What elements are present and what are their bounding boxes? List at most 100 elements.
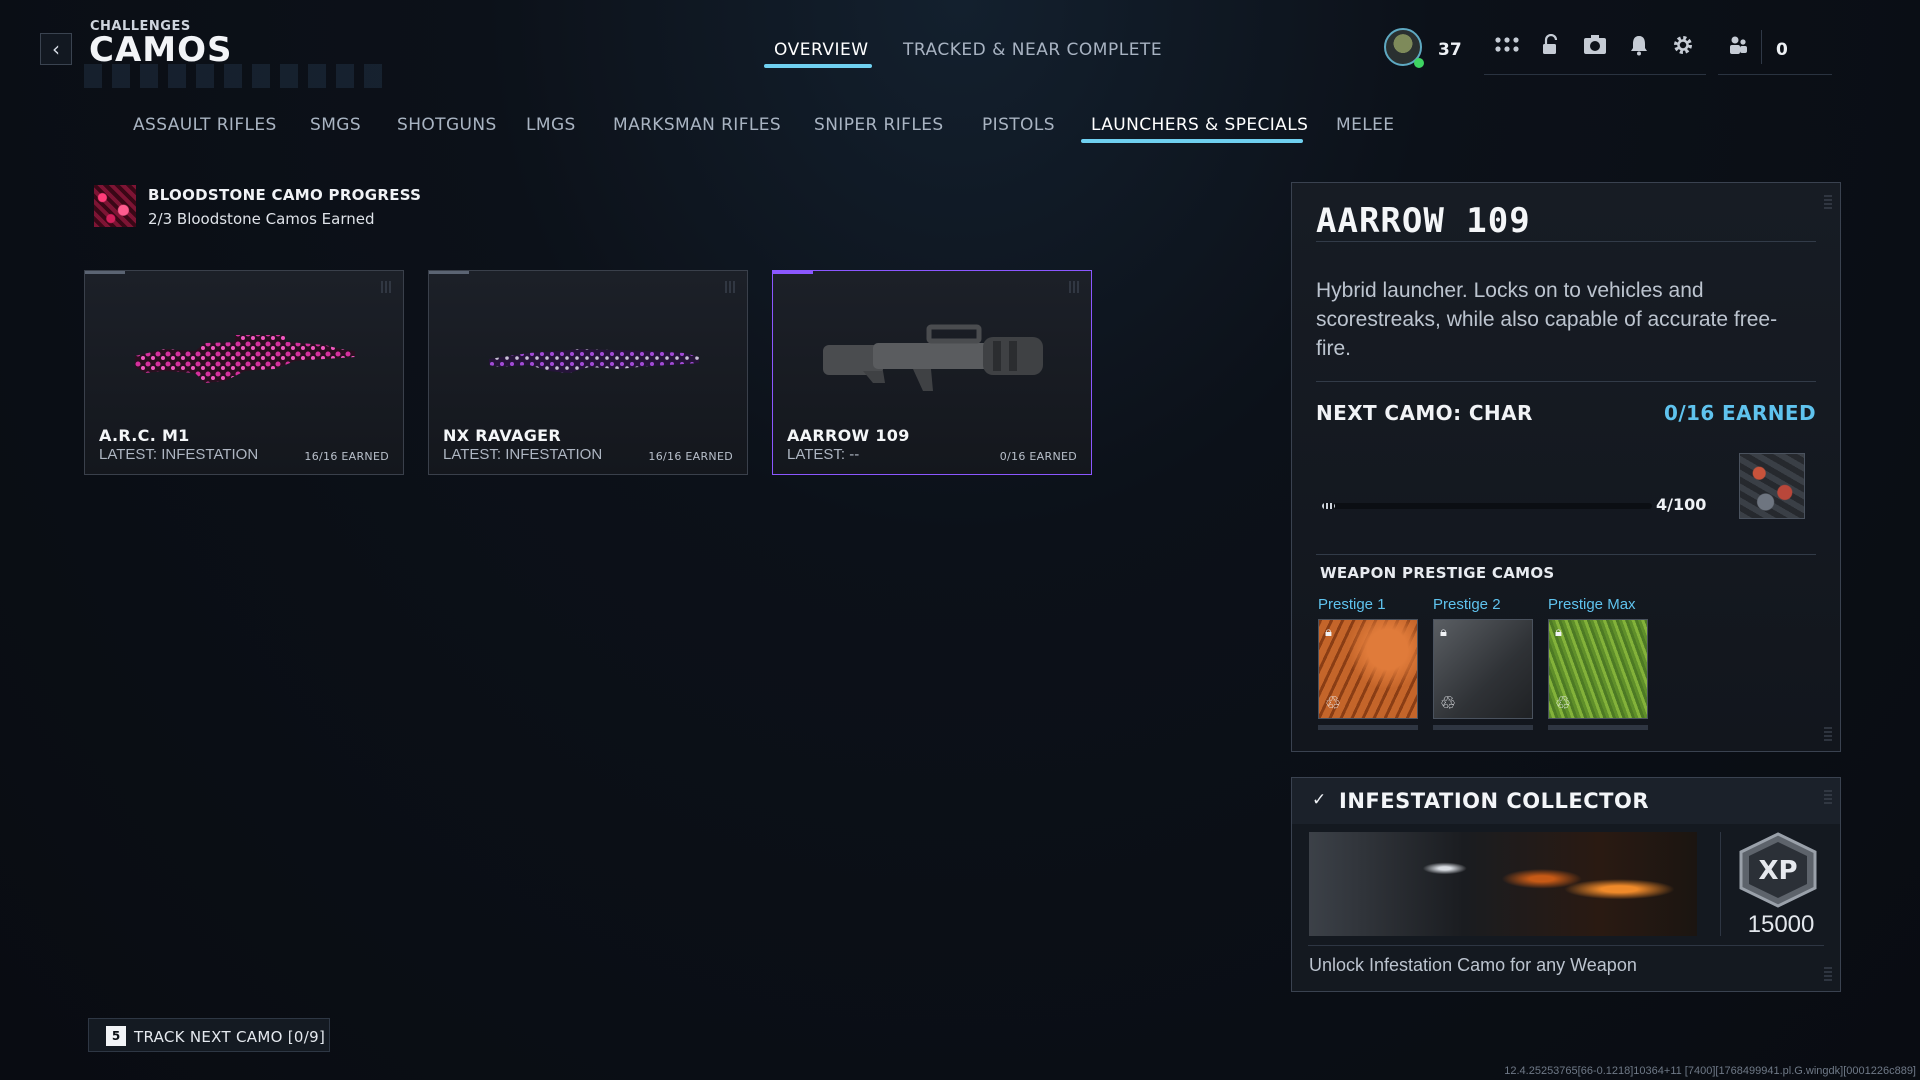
prestige-camo-label: Prestige 2 — [1433, 596, 1501, 613]
tab-active-underline — [764, 64, 872, 68]
panel-grip-bottom — [1824, 727, 1832, 741]
prestige-camo-swatch: 🔒︎ ♲ — [1433, 619, 1533, 719]
prestige-camo-progress — [1433, 725, 1533, 730]
prestige-cycle-icon: ♲ — [1555, 693, 1572, 714]
tab-launchers-specials[interactable]: LAUNCHERS & SPECIALS — [1091, 115, 1308, 135]
prestige-camo-max[interactable]: Prestige Max 🔒︎ ♲ — [1548, 596, 1648, 730]
prestige-camo-label: Prestige 1 — [1318, 596, 1386, 613]
bell-icon[interactable] — [1625, 34, 1653, 62]
bloodstone-progress-title: BLOODSTONE CAMO PROGRESS — [148, 186, 422, 204]
weapon-latest-camo: LATEST: INFESTATION — [443, 446, 603, 463]
camera-icon[interactable] — [1581, 34, 1609, 62]
char-camo-swatch[interactable] — [1739, 453, 1805, 519]
detail-divider — [1316, 381, 1816, 382]
card-progress-bar — [429, 271, 469, 274]
panel-grip-bottom — [1824, 967, 1832, 981]
collector-line — [1308, 945, 1824, 946]
detail-weapon-title: AARROW 109 — [1316, 201, 1531, 241]
unlock-icon[interactable] — [1537, 33, 1565, 62]
currency-count: 0 — [1776, 40, 1788, 60]
tab-melee[interactable]: MELEE — [1336, 115, 1394, 135]
tab-marksman-rifles[interactable]: MARKSMAN RIFLES — [613, 115, 781, 135]
weapon-name: A.R.C. M1 — [99, 426, 190, 445]
header-icons-divider — [1484, 74, 1706, 75]
lock-icon: 🔒︎ — [1325, 625, 1332, 640]
prestige-camo-swatch: 🔒︎ ♲ — [1548, 619, 1648, 719]
prestige-camo-progress — [1318, 725, 1418, 730]
arc-m1-weapon-image — [135, 335, 355, 383]
apps-icon[interactable] — [1493, 34, 1521, 62]
infestation-collector-panel[interactable]: ✓ INFESTATION COLLECTOR XP 15000 Unlock … — [1291, 777, 1841, 992]
tab-overview[interactable]: OVERVIEW — [774, 40, 869, 60]
prestige-camo-label: Prestige Max — [1548, 596, 1636, 613]
panel-grip-top — [1824, 195, 1832, 209]
chevron-left-icon: ‹ — [52, 37, 60, 61]
weapon-earned-count: 16/16 EARNED — [648, 450, 733, 463]
camo-progress-fill — [1322, 503, 1336, 509]
online-status-dot — [1414, 58, 1424, 68]
prestige-cycle-icon: ♲ — [1325, 693, 1342, 714]
title-decoration — [84, 64, 384, 88]
weapon-earned-count: 0/16 EARNED — [999, 450, 1077, 463]
tab-lmgs[interactable]: LMGS — [526, 115, 576, 135]
tab-assault-rifles[interactable]: ASSAULT RIFLES — [133, 115, 277, 135]
collector-title: INFESTATION COLLECTOR — [1339, 789, 1650, 813]
currency-divider — [1761, 30, 1762, 64]
aarow-109-weapon-image — [823, 324, 1043, 391]
prestige-camo-2[interactable]: Prestige 2 🔒︎ ♲ — [1433, 596, 1533, 730]
weapon-earned-count: 16/16 EARNED — [304, 450, 389, 463]
next-camo-label: NEXT CAMO: CHAR — [1316, 401, 1533, 425]
prestige-camos-heading: WEAPON PRESTIGE CAMOS — [1320, 564, 1555, 582]
camo-progress-track — [1322, 503, 1652, 509]
tab-pistols[interactable]: PISTOLS — [982, 115, 1055, 135]
weapon-latest-camo: LATEST: -- — [787, 446, 860, 463]
currency-underline — [1718, 74, 1832, 75]
nx-ravager-weapon-image — [489, 349, 699, 373]
next-camo-earned: 0/16 EARNED — [1664, 401, 1816, 425]
category-active-underline — [1081, 139, 1303, 143]
player-level: 37 — [1438, 40, 1462, 60]
weapon-detail-panel: AARROW 109 Hybrid launcher. Locks on to … — [1291, 182, 1841, 752]
prestige-camo-swatch: 🔒︎ ♲ — [1318, 619, 1418, 719]
tab-sniper-rifles[interactable]: SNIPER RIFLES — [814, 115, 944, 135]
lock-icon: 🔒︎ — [1555, 625, 1562, 640]
panel-grip-top — [1824, 790, 1832, 804]
checkmark-icon: ✓ — [1312, 790, 1327, 810]
card-progress-bar — [773, 271, 813, 274]
prestige-camo-progress — [1548, 725, 1648, 730]
xp-reward-value: 15000 — [1747, 911, 1815, 938]
weapon-card-aarow-109[interactable]: AARROW 109 LATEST: -- 0/16 EARNED — [772, 270, 1092, 475]
camo-progress-text: 4/100 — [1656, 495, 1707, 514]
card-corner-mark — [381, 281, 393, 293]
back-button[interactable]: ‹ — [40, 33, 72, 65]
weapon-latest-camo: LATEST: INFESTATION — [99, 446, 259, 463]
detail-description: Hybrid launcher. Locks on to vehicles an… — [1316, 279, 1778, 360]
gear-icon[interactable] — [1669, 34, 1697, 62]
build-info: 12.4.25253765[66-0.1218]10364+11 [7400][… — [1504, 1065, 1916, 1077]
collector-description: Unlock Infestation Camo for any Weapon — [1309, 955, 1637, 975]
friends-icon[interactable] — [1724, 34, 1752, 62]
track-next-camo-button[interactable]: 5 TRACK NEXT CAMO [0/9] — [88, 1018, 330, 1052]
card-corner-mark — [1069, 281, 1081, 293]
lock-icon: 🔒︎ — [1440, 625, 1447, 640]
xp-badge-icon: XP — [1739, 832, 1817, 908]
xp-badge-text: XP — [1758, 856, 1797, 886]
tab-tracked-near-complete[interactable]: TRACKED & NEAR COMPLETE — [903, 40, 1162, 60]
prestige-cycle-icon: ♲ — [1440, 693, 1457, 714]
weapon-card-nx-ravager[interactable]: NX RAVAGER LATEST: INFESTATION 16/16 EAR… — [428, 270, 748, 475]
detail-divider — [1316, 554, 1816, 555]
weapon-name: NX RAVAGER — [443, 426, 561, 445]
bloodstone-progress-subtitle: 2/3 Bloodstone Camos Earned — [148, 210, 375, 228]
infestation-camo-image — [1309, 832, 1697, 936]
weapon-name: AARROW 109 — [787, 426, 910, 445]
keybind-badge: 5 — [106, 1026, 126, 1046]
card-corner-mark — [725, 281, 737, 293]
tab-shotguns[interactable]: SHOTGUNS — [397, 115, 497, 135]
tab-smgs[interactable]: SMGS — [310, 115, 361, 135]
bloodstone-camo-icon — [94, 185, 136, 227]
detail-divider — [1316, 241, 1816, 242]
track-next-camo-label: TRACK NEXT CAMO [0/9] — [134, 1028, 326, 1046]
weapon-card-arc-m1[interactable]: A.R.C. M1 LATEST: INFESTATION 16/16 EARN… — [84, 270, 404, 475]
collector-header: ✓ INFESTATION COLLECTOR — [1292, 778, 1840, 824]
prestige-camo-1[interactable]: Prestige 1 🔒︎ ♲ — [1318, 596, 1418, 730]
